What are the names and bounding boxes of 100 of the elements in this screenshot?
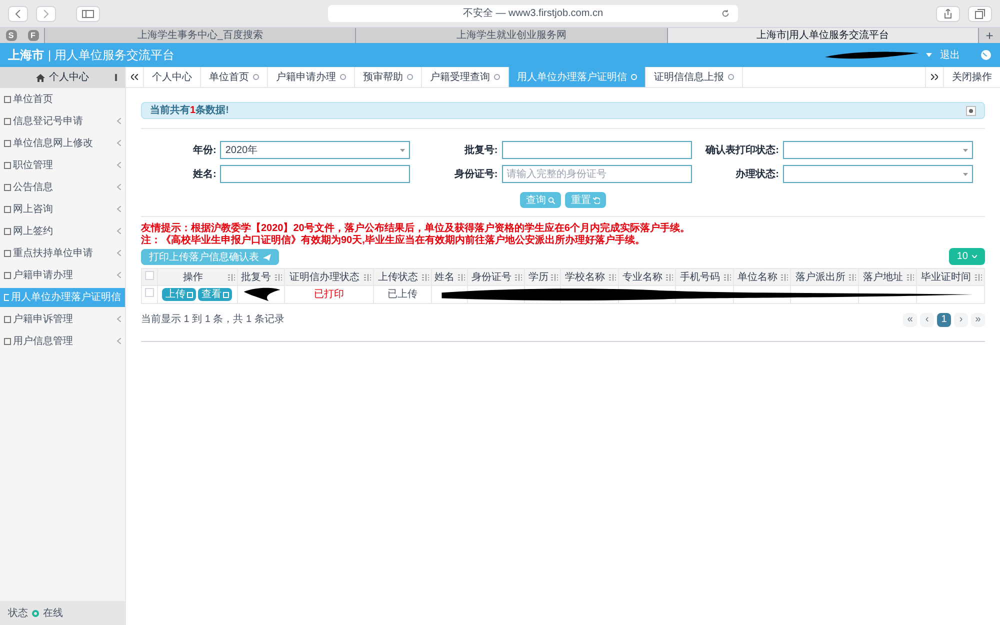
sidebar-item[interactable]: 网上签约 (0, 222, 125, 240)
close-menu-button[interactable]: 关闭操作 (943, 67, 1000, 87)
sort-icon (274, 274, 282, 280)
status-label: 状态 (8, 606, 28, 620)
close-tab-icon[interactable] (728, 74, 734, 80)
share-button[interactable] (936, 6, 960, 22)
sort-icon (551, 274, 558, 280)
browser-tab[interactable]: 上海市|用人单位服务交流平台 (666, 28, 978, 43)
menu-item-icon (4, 184, 11, 190)
table-cell: 已上传 (387, 289, 418, 300)
column-header[interactable]: 身份证号 (467, 268, 525, 286)
search-icon (548, 196, 555, 204)
column-header[interactable]: 手机号码 (676, 268, 734, 286)
sidebar-item[interactable]: 信息登记号申请 (0, 112, 125, 130)
column-header[interactable]: 操作 (158, 268, 238, 286)
column-header[interactable]: 毕业证时间 (916, 268, 984, 286)
select-field[interactable]: 2020年 (220, 141, 410, 159)
close-tab-icon[interactable] (407, 74, 413, 80)
checkbox[interactable] (145, 288, 154, 297)
sidebar-toggle-button[interactable] (76, 6, 100, 22)
sidebar-item[interactable]: 户籍申请办理 (0, 266, 125, 284)
menu-item-icon (4, 162, 11, 168)
record-summary: 当前显示 1 到 1 条，共 1 条记录 (141, 312, 284, 327)
send-icon (263, 254, 271, 260)
input-field[interactable] (502, 141, 692, 159)
input-field[interactable] (220, 165, 410, 183)
status-value: 在线 (43, 606, 63, 620)
tabs-icon (975, 8, 985, 18)
double-left-icon (131, 74, 138, 80)
sidebar-item[interactable]: 用户信息管理 (0, 332, 125, 350)
home-icon (36, 74, 45, 82)
sort-icon (781, 274, 788, 280)
record-count-text: 当前共有1条数据! (150, 104, 229, 118)
sort-icon (906, 274, 914, 280)
sidebar-item[interactable]: 网上咨询 (0, 200, 125, 218)
sidebar-title: 个人中心 (49, 70, 89, 85)
sort-icon (458, 274, 465, 280)
sidebar-item[interactable]: 重点扶持单位申请 (0, 244, 125, 262)
menu-item-icon (4, 250, 11, 256)
pagination-button[interactable]: « (903, 312, 917, 326)
reload-icon (721, 9, 730, 18)
sidebar-item[interactable]: 单位首页 (0, 90, 125, 108)
caret-icon (972, 255, 977, 258)
page-tab[interactable]: 单位首页 (201, 67, 268, 87)
sort-icon (666, 274, 674, 280)
notice-text: 友情提示：根据沪教委学【2020】20号文件，落户公布结果后，单位及获得落户资格的学生应在6个月内完成实际落户手续。 (141, 223, 691, 234)
tabs-overview-button[interactable] (968, 6, 992, 22)
menu-item-icon (4, 228, 11, 234)
sidebar-item[interactable]: 户籍申诉管理 (0, 310, 125, 328)
column-header[interactable]: 专业名称 (618, 268, 676, 286)
caret-icon (963, 172, 968, 176)
menu-item-icon (4, 294, 9, 300)
page-tab[interactable]: 证明信信息上报 (646, 67, 743, 87)
input-field[interactable]: 请输入完整的身份证号 (502, 165, 692, 183)
page-tab[interactable]: 户籍申请办理 (268, 67, 355, 87)
address-bar[interactable]: 不安全 — www3.firstjob.com.cn (328, 5, 738, 22)
undo-icon (593, 196, 600, 204)
column-header[interactable]: 上传状态 (374, 268, 431, 286)
checkbox[interactable] (145, 270, 154, 280)
sort-icon (422, 274, 428, 280)
sort-icon (364, 274, 372, 280)
select-field[interactable] (783, 141, 973, 159)
sort-icon (724, 274, 731, 280)
forward-icon (43, 10, 49, 18)
close-tab-icon[interactable] (253, 74, 259, 80)
back-button[interactable] (8, 6, 28, 22)
column-header[interactable]: 单位名称 (733, 268, 791, 286)
sidebar-item[interactable]: 公告信息 (0, 178, 125, 196)
select-field[interactable] (783, 165, 973, 183)
browser-tab[interactable]: 上海学生事务中心_百度搜索 (44, 28, 356, 43)
page-tab[interactable]: 预审帮助 (355, 67, 422, 87)
settings-icon[interactable] (966, 106, 976, 116)
forward-button[interactable] (36, 6, 56, 22)
pagination-button[interactable]: 1 (937, 312, 951, 326)
sidebar-item[interactable]: 单位信息网上修改 (0, 134, 125, 152)
column-header[interactable]: 学历 (524, 268, 561, 286)
field-label: 确认表打印状态: (706, 144, 779, 158)
menu-item-icon (4, 316, 11, 322)
menu-item-icon (4, 96, 11, 102)
sort-icon (975, 274, 982, 280)
column-header[interactable]: 证明信办理状态 (284, 268, 374, 286)
caret-icon (963, 148, 968, 152)
close-tab-icon[interactable] (494, 74, 500, 80)
browser-tab[interactable]: 上海学生就业创业服务网 (355, 28, 667, 43)
pagination-button[interactable]: » (971, 312, 985, 326)
menu-item-icon (4, 140, 11, 146)
column-header[interactable]: 批复号 (237, 268, 284, 286)
sidebar-item[interactable]: 职位管理 (0, 156, 125, 174)
column-header[interactable]: 落户派出所 (790, 268, 859, 286)
pagination-button[interactable]: › (954, 312, 968, 326)
sort-icon (849, 274, 856, 280)
column-header[interactable]: 学校名称 (560, 268, 618, 286)
page-tab[interactable]: 个人中心 (144, 67, 201, 87)
sort-icon (228, 274, 235, 280)
edit-icon (223, 292, 230, 298)
column-header[interactable]: 姓名 (431, 268, 468, 286)
pagination-button[interactable]: ‹ (920, 312, 934, 326)
column-header[interactable]: 落户地址 (858, 268, 916, 286)
menu-item-icon (4, 272, 11, 278)
close-tab-icon[interactable] (340, 74, 346, 80)
